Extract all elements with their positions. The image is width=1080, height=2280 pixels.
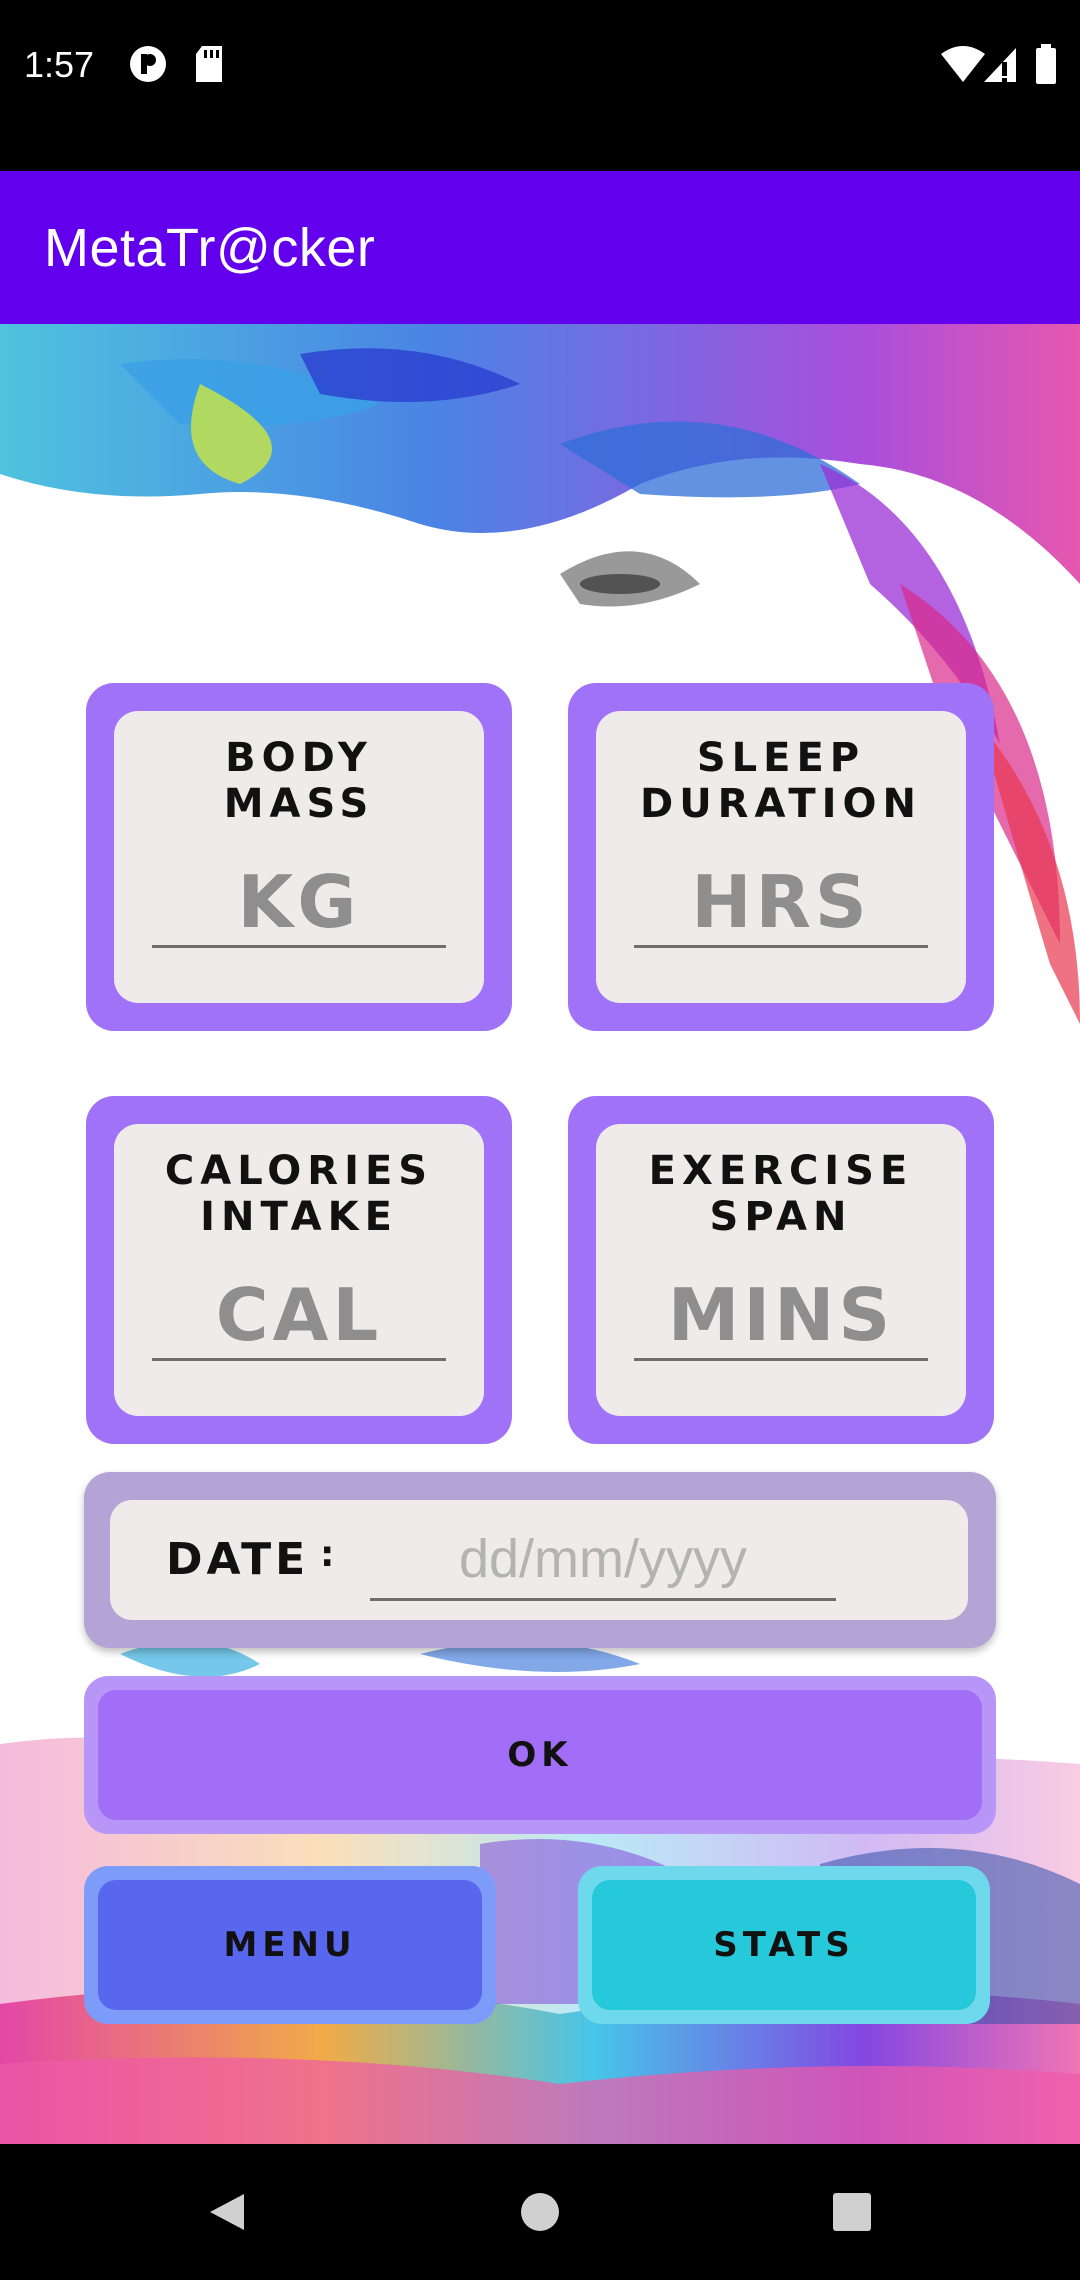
- sleep-duration-input[interactable]: HRS: [634, 859, 928, 948]
- date-separator: :: [320, 1534, 335, 1575]
- main-content: BODY MASS KG SLEEP DURATION HRS CALORIES…: [0, 324, 1080, 2144]
- battery-icon: [1036, 44, 1056, 84]
- wifi-icon: [941, 46, 985, 82]
- ok-button-frame: OK: [84, 1676, 996, 1834]
- date-panel-inner: DATE : dd/mm/yyyy: [110, 1500, 968, 1620]
- app-title: MetaTr@cker: [44, 218, 376, 278]
- calories-intake-card-inner: CALORIES INTAKE CAL: [114, 1124, 484, 1416]
- sleep-duration-card: SLEEP DURATION HRS: [568, 683, 994, 1031]
- exercise-span-input[interactable]: MINS: [634, 1272, 928, 1361]
- body-mass-title: BODY MASS: [223, 735, 375, 827]
- date-label: DATE: [166, 1534, 310, 1585]
- sleep-duration-card-inner: SLEEP DURATION HRS: [596, 711, 966, 1003]
- signal-icon: [984, 48, 1016, 82]
- body-mass-input[interactable]: KG: [152, 859, 446, 948]
- exercise-span-card-inner: EXERCISE SPAN MINS: [596, 1124, 966, 1416]
- sd-card-icon: [196, 46, 222, 82]
- calories-intake-card: CALORIES INTAKE CAL: [86, 1096, 512, 1444]
- body-mass-card-inner: BODY MASS KG: [114, 711, 484, 1003]
- status-bar: 1:57: [0, 0, 1080, 171]
- calories-intake-input[interactable]: CAL: [152, 1272, 446, 1361]
- recents-icon[interactable]: [830, 2190, 874, 2234]
- sleep-duration-title: SLEEP DURATION: [640, 735, 922, 827]
- stats-button-frame: STATS: [578, 1866, 990, 2024]
- ok-button[interactable]: OK: [98, 1690, 982, 1820]
- exercise-span-card: EXERCISE SPAN MINS: [568, 1096, 994, 1444]
- menu-button-frame: MENU: [84, 1866, 496, 2024]
- body-mass-card: BODY MASS KG: [86, 683, 512, 1031]
- date-input[interactable]: dd/mm/yyyy: [370, 1520, 836, 1601]
- home-icon[interactable]: [518, 2190, 562, 2234]
- menu-button[interactable]: MENU: [98, 1880, 482, 2010]
- date-panel: DATE : dd/mm/yyyy: [84, 1472, 996, 1648]
- navigation-bar: [0, 2144, 1080, 2280]
- p-app-icon: [130, 46, 166, 82]
- exercise-span-title: EXERCISE SPAN: [648, 1148, 914, 1240]
- back-icon[interactable]: [204, 2190, 248, 2234]
- status-time: 1:57: [24, 44, 95, 85]
- stats-button[interactable]: STATS: [592, 1880, 976, 2010]
- calories-intake-title: CALORIES INTAKE: [164, 1148, 434, 1240]
- app-bar: MetaTr@cker: [0, 171, 1080, 324]
